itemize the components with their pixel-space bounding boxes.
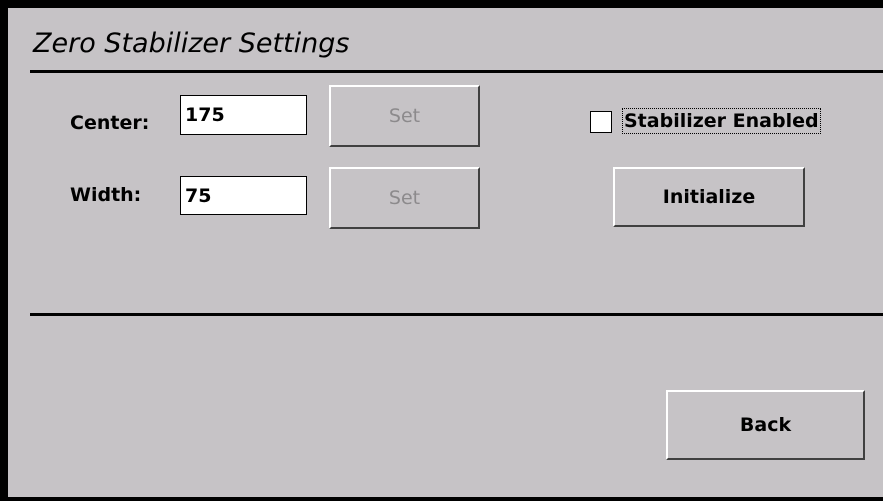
page-title: Zero Stabilizer Settings bbox=[33, 28, 350, 59]
width-label: Width: bbox=[70, 184, 142, 206]
stabilizer-enabled-checkbox[interactable] bbox=[590, 111, 612, 133]
width-set-button[interactable]: Set bbox=[329, 167, 480, 229]
title-divider bbox=[30, 70, 883, 73]
center-label: Center: bbox=[70, 112, 150, 134]
settings-window: Zero Stabilizer Settings Center: Set Wid… bbox=[8, 8, 883, 497]
initialize-button[interactable]: Initialize bbox=[613, 167, 805, 227]
center-set-button[interactable]: Set bbox=[329, 85, 480, 147]
width-input[interactable] bbox=[180, 176, 307, 215]
back-button[interactable]: Back bbox=[666, 390, 865, 460]
section-divider bbox=[30, 313, 883, 316]
center-input[interactable] bbox=[180, 95, 307, 135]
stabilizer-enabled-label[interactable]: Stabilizer Enabled bbox=[622, 108, 821, 134]
